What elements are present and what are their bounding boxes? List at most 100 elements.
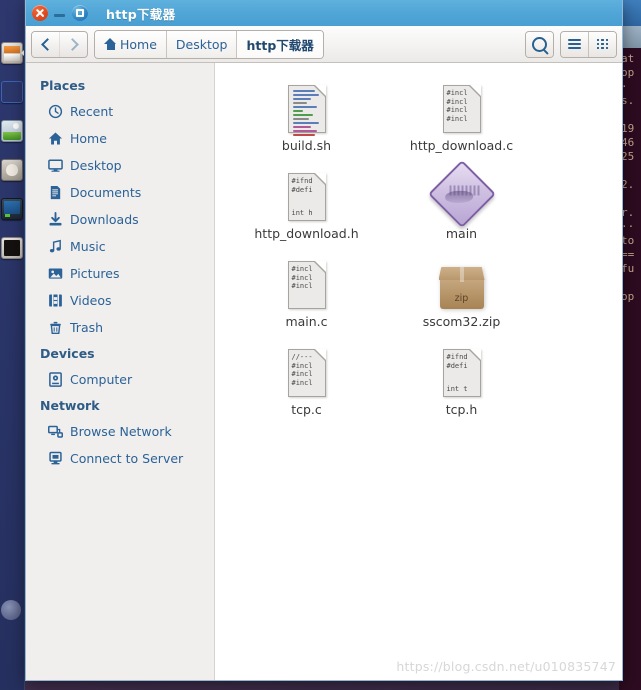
editor-launcher-icon[interactable] xyxy=(1,229,23,267)
sidebar-item-label: Videos xyxy=(70,293,112,308)
executable-icon xyxy=(427,160,496,228)
breadcrumb-item-home[interactable]: Home xyxy=(95,30,166,58)
chevron-left-icon xyxy=(40,37,54,51)
grid-view-button[interactable] xyxy=(588,31,616,57)
code-preview: #incl #incl #incl #incl xyxy=(446,89,468,123)
file-name-label: tcp.h xyxy=(445,402,478,417)
breadcrumb: Home Desktop http下载器 xyxy=(94,29,324,59)
sidebar-item-label: Music xyxy=(70,239,106,254)
launcher-orb xyxy=(1,600,21,620)
chevron-right-icon xyxy=(65,37,79,51)
breadcrumb-item-current[interactable]: http下载器 xyxy=(236,30,323,58)
running-indicator xyxy=(21,50,24,56)
breadcrumb-item-desktop[interactable]: Desktop xyxy=(165,30,237,58)
sidebar-item-browse-network[interactable]: Browse Network xyxy=(26,418,214,445)
files-launcher-icon[interactable] xyxy=(1,34,24,72)
photos-launcher-icon[interactable] xyxy=(1,112,23,150)
watermark: https://blog.csdn.net/u010835747 xyxy=(396,659,616,674)
breadcrumb-label: http下载器 xyxy=(246,37,314,53)
home-icon xyxy=(48,131,63,146)
file-list-area[interactable]: build.sh #incl #incl #incl #incl http_down… xyxy=(215,63,622,680)
minimize-icon[interactable] xyxy=(52,5,68,21)
shell-script-icon xyxy=(287,81,326,136)
sidebar-item-videos[interactable]: Videos xyxy=(26,287,214,314)
list-view-button[interactable] xyxy=(561,31,588,57)
network-icon xyxy=(48,424,63,439)
window-titlebar: http下载器 xyxy=(26,0,622,26)
sidebar-item-music[interactable]: Music xyxy=(26,233,214,260)
server-icon xyxy=(48,451,63,466)
c-source-icon: #incl #incl #incl xyxy=(287,257,326,309)
file-name-label: http_download.c xyxy=(409,138,514,153)
search-button[interactable] xyxy=(526,31,553,57)
sidebar-item-downloads[interactable]: Downloads xyxy=(26,206,214,233)
computer-icon xyxy=(48,372,63,387)
clock-icon xyxy=(48,104,63,119)
sidebar-item-computer[interactable]: Computer xyxy=(26,366,214,393)
close-icon[interactable] xyxy=(32,5,48,21)
file-item[interactable]: build.sh xyxy=(227,77,386,159)
unity-launcher[interactable] xyxy=(0,0,25,690)
sidebar-item-documents[interactable]: Documents xyxy=(26,179,214,206)
code-preview-bottom: int t xyxy=(446,384,468,393)
file-item[interactable]: #incl #incl #incl main.c xyxy=(227,253,386,335)
file-item[interactable]: //--- #incl #incl #incl tcp.c xyxy=(227,341,386,423)
toolbar: Home Desktop http下载器 xyxy=(26,26,622,63)
sidebar-section-heading-network: Network xyxy=(40,398,100,413)
c-header-icon: #ifnd #defi int h xyxy=(287,169,326,221)
search-icon xyxy=(532,36,547,52)
sidebar-section-heading-places: Places xyxy=(40,78,86,93)
zip-archive-icon: zip xyxy=(438,257,485,309)
toolbar-right-group xyxy=(525,30,617,58)
file-item[interactable]: #ifnd #defi int t tcp.h xyxy=(382,341,541,423)
sidebar-item-trash[interactable]: Trash xyxy=(26,314,214,341)
code-preview: #ifnd #defi xyxy=(446,353,468,370)
sidebar-item-recent[interactable]: Recent xyxy=(26,98,214,125)
sidebar-item-home[interactable]: Home xyxy=(26,125,214,152)
sidebar-item-label: Pictures xyxy=(70,266,120,281)
grid-view-icon xyxy=(597,38,608,50)
executable-diamond xyxy=(427,160,496,228)
view-mode-group xyxy=(560,30,617,58)
download-icon xyxy=(48,212,63,227)
gimp-launcher-icon[interactable] xyxy=(1,151,23,189)
film-icon xyxy=(48,293,63,308)
sidebar-item-connect-to-server[interactable]: Connect to Server xyxy=(26,445,214,472)
code-preview: #ifnd #defi xyxy=(291,177,313,194)
sidebar-item-label: Recent xyxy=(70,104,114,119)
terminal-launcher-icon[interactable] xyxy=(1,190,23,228)
sidebar[interactable]: Places Recent Home Desktop Documents Download… xyxy=(26,63,215,680)
source-page: //--- #incl #incl #incl xyxy=(287,349,326,397)
source-page: #ifnd #defi int h xyxy=(287,173,326,221)
search-button-group xyxy=(525,30,554,58)
back-button[interactable] xyxy=(32,31,59,57)
maximize-icon[interactable] xyxy=(72,5,88,21)
file-item[interactable]: #ifnd #defi int h http_download.h xyxy=(227,165,386,247)
browser-launcher-icon[interactable] xyxy=(1,73,23,111)
sidebar-item-label: Desktop xyxy=(70,158,122,173)
breadcrumb-label: Home xyxy=(120,36,157,52)
file-item[interactable]: #incl #incl #incl #incl http_download.c xyxy=(382,77,541,159)
list-view-icon xyxy=(568,39,581,49)
music-note-icon xyxy=(48,239,63,254)
sidebar-item-desktop[interactable]: Desktop xyxy=(26,152,214,179)
file-name-label: sscom32.zip xyxy=(422,314,501,329)
monitor-icon xyxy=(48,158,63,173)
source-page: #ifnd #defi int t xyxy=(442,349,481,397)
sidebar-item-pictures[interactable]: Pictures xyxy=(26,260,214,287)
c-header-icon: #ifnd #defi int t xyxy=(442,345,481,397)
file-item[interactable]: zip sscom32.zip xyxy=(382,253,541,335)
source-page: #incl #incl #incl #incl xyxy=(442,85,481,133)
file-manager-window: http下载器 Home Desktop http下载器 Places Rece… xyxy=(25,0,623,681)
file-name-label: tcp.c xyxy=(291,402,322,417)
file-name-label: main.c xyxy=(285,314,328,329)
script-page xyxy=(287,85,326,136)
forward-button[interactable] xyxy=(59,31,87,57)
file-name-label: build.sh xyxy=(281,138,332,153)
sidebar-item-label: Home xyxy=(70,131,107,146)
archive-box: zip xyxy=(438,267,485,309)
file-item[interactable]: main xyxy=(382,160,541,247)
sidebar-item-label: Documents xyxy=(70,185,142,200)
sidebar-item-label: Computer xyxy=(70,372,133,387)
c-source-icon: //--- #incl #incl #incl xyxy=(287,345,326,397)
